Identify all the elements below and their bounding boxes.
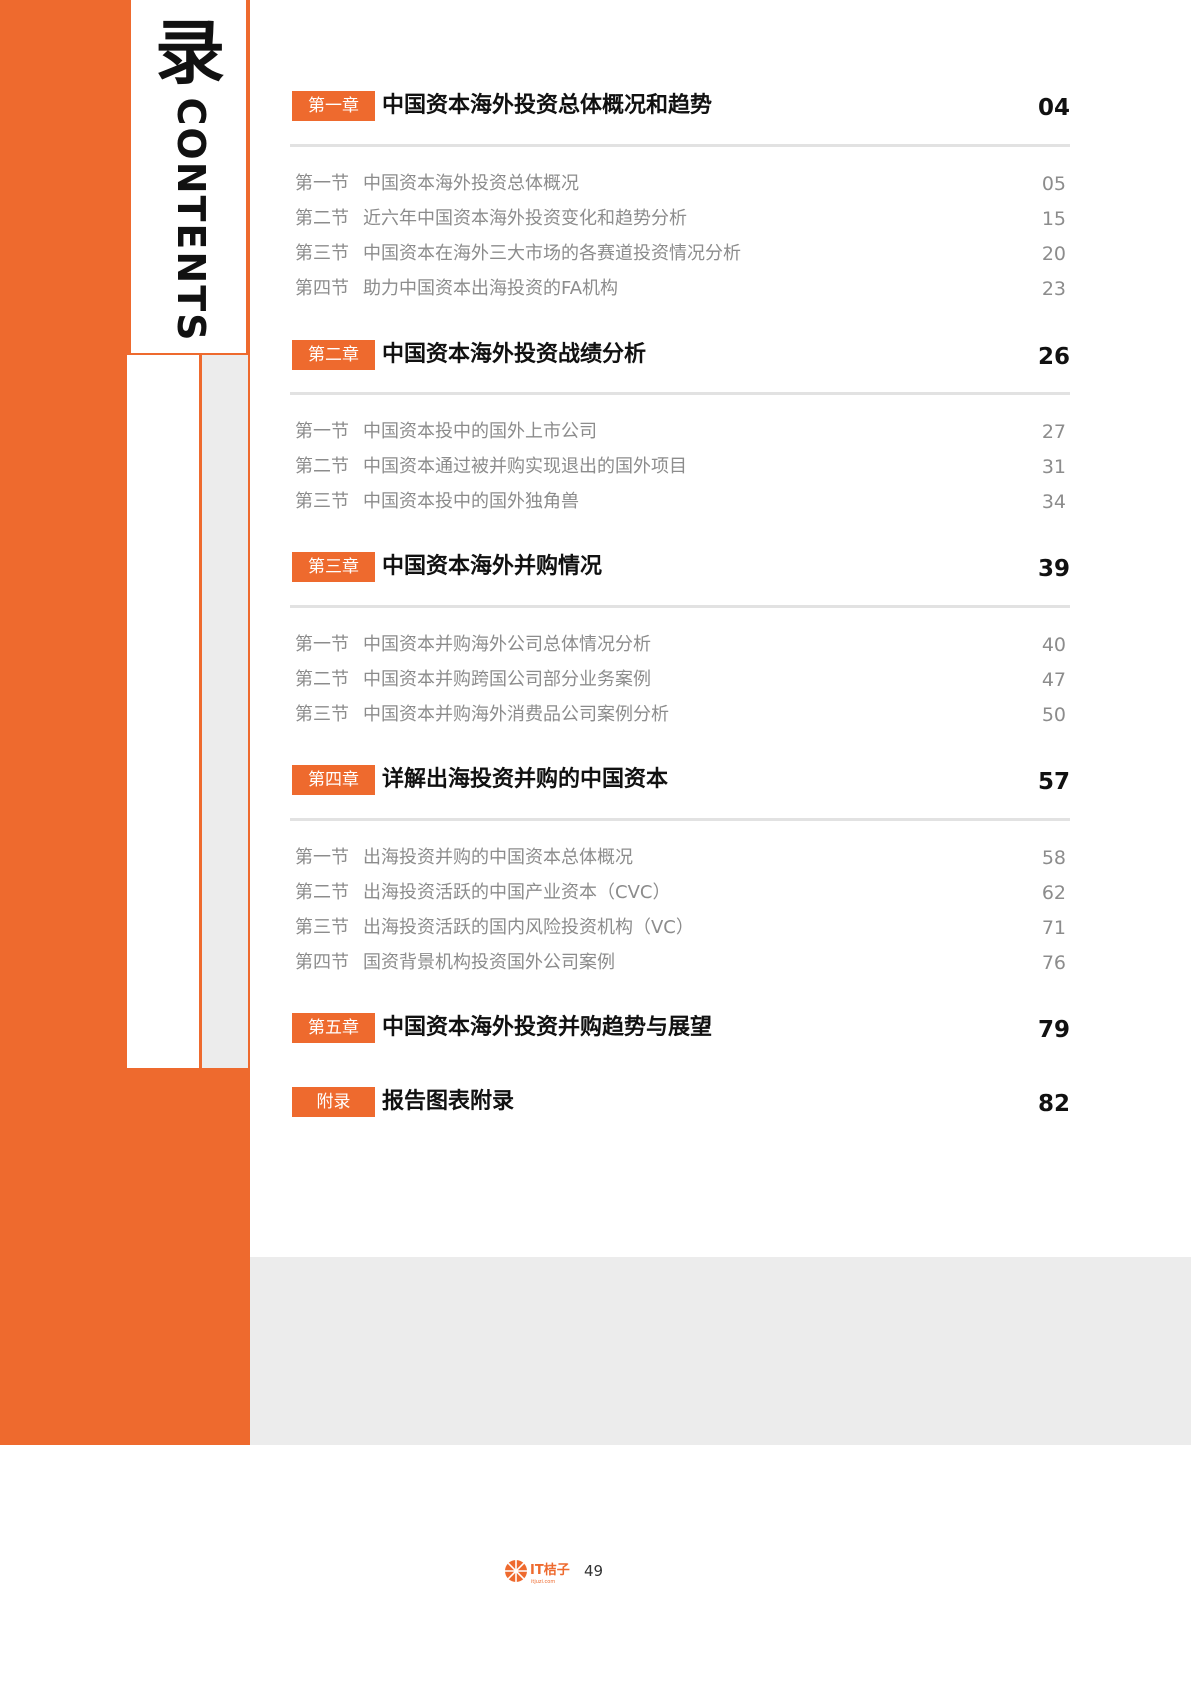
- section-page: 27: [1041, 421, 1066, 443]
- section-1-2[interactable]: 第二节 近六年中国资本海外投资变化和趋势分析 15: [290, 204, 1070, 234]
- section-4-3[interactable]: 第三节 出海投资活跃的国内风险投资机构（VC） 71: [290, 913, 1070, 943]
- section-page: 20: [1041, 243, 1066, 265]
- section-title: 中国资本在海外三大市场的各赛道投资情况分析: [363, 243, 741, 264]
- section-4-4[interactable]: 第四节 国资背景机构投资国外公司案例 76: [290, 948, 1070, 978]
- section-number: 第一节: [295, 173, 349, 194]
- logo-text: IT桔子: [530, 1562, 570, 1578]
- section-3-1[interactable]: 第一节 中国资本并购海外公司总体情况分析 40: [290, 630, 1070, 660]
- section-number: 第二节: [295, 208, 349, 229]
- section-number: 第四节: [295, 952, 349, 973]
- section-title: 中国资本海外投资总体概况: [363, 173, 579, 194]
- chapter-tag: 附录: [292, 1087, 375, 1117]
- section-number: 第二节: [295, 456, 349, 477]
- section-page: 34: [1041, 491, 1066, 513]
- chapter-title: 中国资本海外投资并购趋势与展望: [382, 1015, 713, 1040]
- section-number: 第一节: [295, 847, 349, 868]
- chapter-page: 57: [1037, 769, 1070, 795]
- chapter-divider: [290, 392, 1070, 395]
- section-title: 中国资本并购海外公司总体情况分析: [363, 634, 651, 655]
- section-title: 中国资本并购跨国公司部分业务案例: [363, 669, 651, 690]
- section-page: 76: [1041, 952, 1066, 974]
- chapter-tag: 第三章: [292, 552, 375, 582]
- section-page: 58: [1041, 847, 1066, 869]
- section-title: 中国资本投中的国外上市公司: [363, 421, 597, 442]
- logo-subtext: itjuzi.com: [531, 1579, 555, 1585]
- section-page: 23: [1041, 278, 1066, 300]
- grey-side-strip: [202, 355, 248, 1068]
- section-title: 出海投资活跃的中国产业资本（CVC）: [363, 882, 671, 903]
- section-1-1[interactable]: 第一节 中国资本海外投资总体概况 05: [290, 169, 1070, 199]
- section-page: 40: [1041, 634, 1066, 656]
- section-2-3[interactable]: 第三节 中国资本投中的国外独角兽 34: [290, 487, 1070, 517]
- contents-title-en-box: CONTENTS: [164, 98, 218, 343]
- chapter-3[interactable]: 第三章 中国资本海外并购情况 39: [290, 548, 1070, 588]
- chapter-page: 39: [1037, 556, 1070, 582]
- section-page: 31: [1041, 456, 1066, 478]
- section-number: 第三节: [295, 243, 349, 264]
- section-2-1[interactable]: 第一节 中国资本投中的国外上市公司 27: [290, 417, 1070, 447]
- section-title: 助力中国资本出海投资的FA机构: [363, 278, 619, 299]
- section-number: 第四节: [295, 278, 349, 299]
- section-title: 中国资本通过被并购实现退出的国外项目: [363, 456, 687, 477]
- chapter-4[interactable]: 第四章 详解出海投资并购的中国资本 57: [290, 761, 1070, 801]
- grey-bottom-band: [250, 1257, 1191, 1445]
- chapter-page: 26: [1037, 344, 1070, 370]
- section-number: 第一节: [295, 421, 349, 442]
- chapter-tag: 第五章: [292, 1013, 375, 1043]
- chapter-title: 中国资本海外并购情况: [382, 554, 603, 579]
- section-1-3[interactable]: 第三节 中国资本在海外三大市场的各赛道投资情况分析 20: [290, 239, 1070, 269]
- chapter-page: 79: [1037, 1017, 1070, 1043]
- section-page: 05: [1041, 173, 1066, 195]
- section-page: 47: [1041, 669, 1066, 691]
- chapter-page: 04: [1037, 95, 1070, 121]
- chapter-title: 详解出海投资并购的中国资本: [382, 767, 669, 792]
- section-title: 国资背景机构投资国外公司案例: [363, 952, 615, 973]
- chapter-tag: 第一章: [292, 91, 375, 121]
- section-number: 第二节: [295, 669, 349, 690]
- chapter-5[interactable]: 第五章 中国资本海外投资并购趋势与展望 79: [290, 1009, 1070, 1049]
- section-number: 第三节: [295, 491, 349, 512]
- page-footer: IT桔子 itjuzi.com 49: [504, 1556, 664, 1586]
- section-page: 15: [1041, 208, 1066, 230]
- section-title: 近六年中国资本海外投资变化和趋势分析: [363, 208, 687, 229]
- contents-title-en: CONTENTS: [169, 97, 213, 343]
- chapter-divider: [290, 605, 1070, 608]
- chapter-tag: 第二章: [292, 340, 375, 370]
- chapter-title: 报告图表附录: [382, 1089, 515, 1114]
- chapter-1[interactable]: 第一章 中国资本海外投资总体概况和趋势 04: [290, 87, 1070, 127]
- section-page: 71: [1041, 917, 1066, 939]
- chapter-tag: 第四章: [292, 765, 375, 795]
- section-4-2[interactable]: 第二节 出海投资活跃的中国产业资本（CVC） 62: [290, 878, 1070, 908]
- section-3-3[interactable]: 第三节 中国资本并购海外消费品公司案例分析 50: [290, 700, 1070, 730]
- chapter-2[interactable]: 第二章 中国资本海外投资战绩分析 26: [290, 336, 1070, 376]
- white-side-strip: [127, 355, 201, 1068]
- section-2-2[interactable]: 第二节 中国资本通过被并购实现退出的国外项目 31: [290, 452, 1070, 482]
- chapter-divider: [290, 144, 1070, 147]
- section-number: 第三节: [295, 917, 349, 938]
- section-page: 50: [1041, 704, 1066, 726]
- section-4-1[interactable]: 第一节 出海投资并购的中国资本总体概况 58: [290, 843, 1070, 873]
- chapter-divider: [290, 818, 1070, 821]
- section-number: 第二节: [295, 882, 349, 903]
- section-title: 出海投资活跃的国内风险投资机构（VC）: [363, 917, 694, 938]
- contents-title-char: 录: [155, 12, 225, 94]
- page-number: 49: [584, 1562, 604, 1580]
- section-title: 中国资本并购海外消费品公司案例分析: [363, 704, 669, 725]
- chapter-title: 中国资本海外投资总体概况和趋势: [382, 93, 713, 118]
- section-title: 中国资本投中的国外独角兽: [363, 491, 579, 512]
- section-title: 出海投资并购的中国资本总体概况: [363, 847, 633, 868]
- appendix[interactable]: 附录 报告图表附录 82: [290, 1083, 1070, 1123]
- section-number: 第一节: [295, 634, 349, 655]
- section-page: 62: [1041, 882, 1066, 904]
- orange-slice-icon: [505, 1560, 527, 1582]
- section-number: 第三节: [295, 704, 349, 725]
- chapter-page: 82: [1037, 1091, 1070, 1117]
- section-1-4[interactable]: 第四节 助力中国资本出海投资的FA机构 23: [290, 274, 1070, 304]
- section-3-2[interactable]: 第二节 中国资本并购跨国公司部分业务案例 47: [290, 665, 1070, 695]
- chapter-title: 中国资本海外投资战绩分析: [382, 342, 647, 367]
